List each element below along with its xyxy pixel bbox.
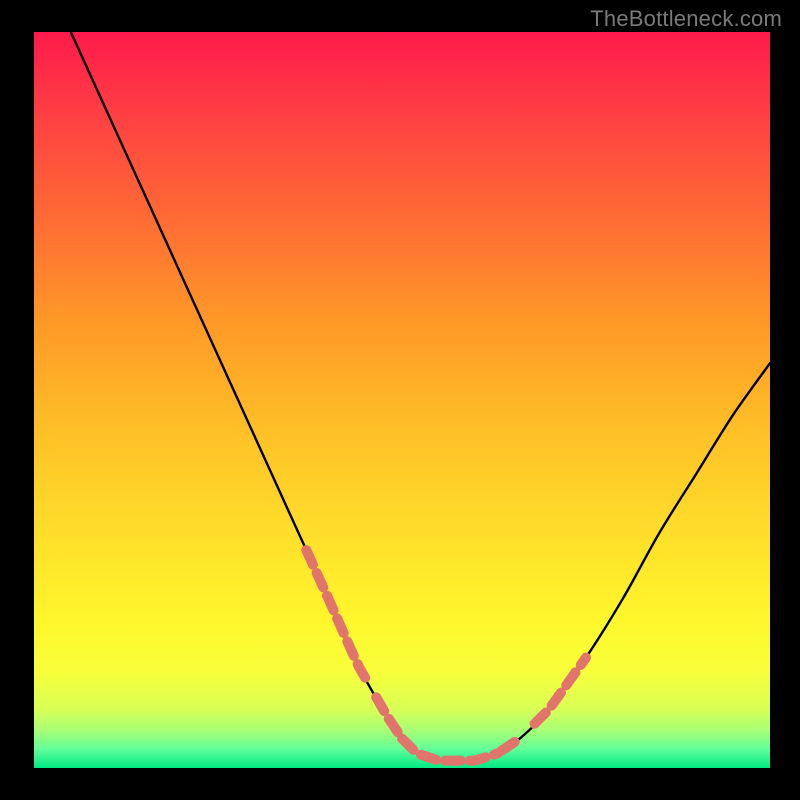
highlight-segment xyxy=(376,697,398,733)
highlight-segment xyxy=(535,658,587,724)
chart-frame: TheBottleneck.com xyxy=(0,0,800,800)
highlight-segment xyxy=(501,739,519,751)
highlight-segment xyxy=(306,550,365,678)
curve-layer xyxy=(34,32,770,768)
plot-area xyxy=(34,32,770,768)
bottleneck-curve xyxy=(71,32,770,761)
highlight-segment xyxy=(402,739,498,761)
watermark-text: TheBottleneck.com xyxy=(590,6,782,32)
highlight-markers xyxy=(306,550,586,761)
